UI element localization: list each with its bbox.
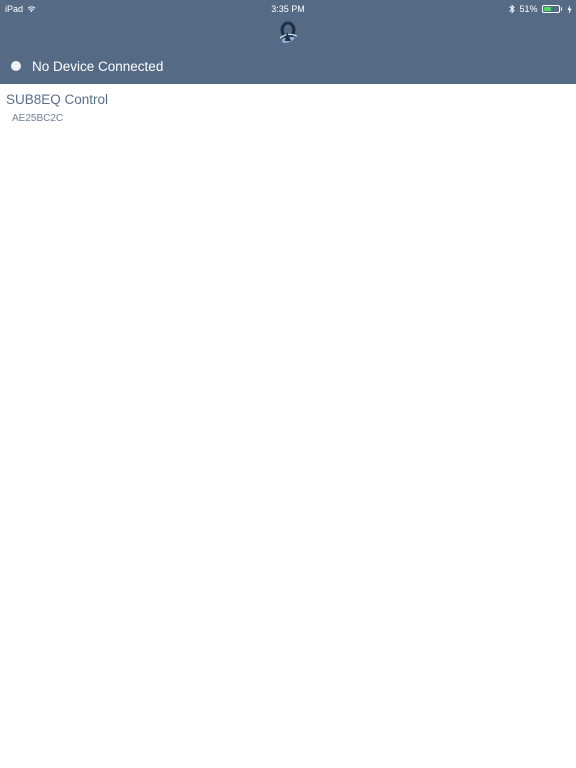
app-header: iPad 3:35 PM 51% No Device Connected: [0, 0, 576, 84]
device-id: AE25BC2C: [12, 113, 64, 124]
brand-logo-icon: [279, 21, 298, 43]
status-time: 3:35 PM: [271, 4, 305, 14]
battery-nub: [560, 7, 562, 11]
connection-status-row: No Device Connected: [11, 57, 163, 75]
device-name: SUB8EQ Control: [6, 92, 109, 107]
device-list-item[interactable]: SUB8EQ Control AE25BC2C: [0, 84, 576, 130]
battery-percent: 51%: [519, 4, 538, 14]
battery-body: [541, 5, 560, 13]
connection-status-text: No Device Connected: [32, 58, 164, 74]
device-list: SUB8EQ Control AE25BC2C: [0, 84, 576, 130]
status-bar: iPad 3:35 PM 51%: [0, 0, 576, 18]
bluetooth-icon: [509, 4, 516, 14]
battery-icon: [541, 5, 562, 13]
status-right: 51%: [509, 0, 572, 18]
charging-bolt-icon: [567, 4, 572, 14]
battery-fill: [543, 7, 551, 11]
connection-indicator-icon: [11, 61, 21, 71]
